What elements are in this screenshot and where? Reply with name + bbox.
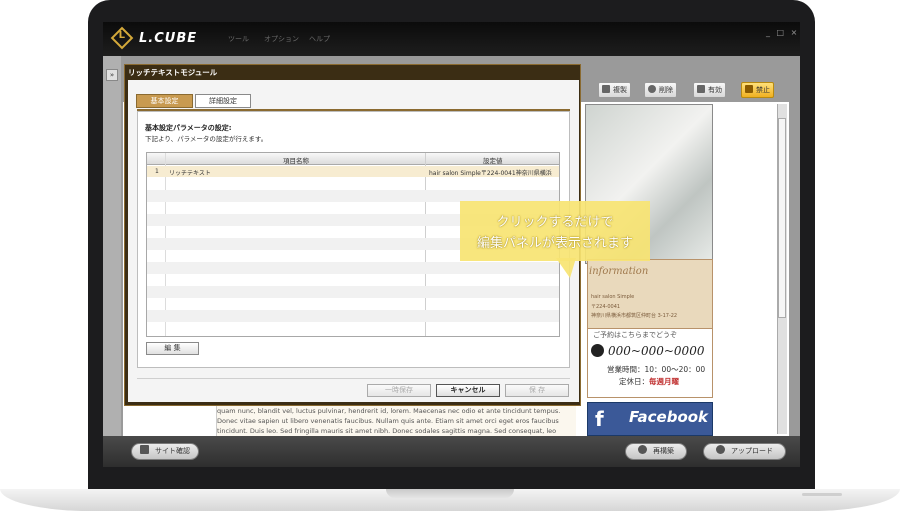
duplicate-icon bbox=[602, 85, 610, 93]
upload-icon bbox=[716, 445, 725, 454]
delete-label: 削除 bbox=[659, 86, 673, 94]
enable-icon bbox=[697, 85, 705, 93]
site-check-button[interactable]: サイト確認 bbox=[131, 443, 199, 460]
closed-days-value: 毎週月曜 bbox=[649, 377, 679, 386]
upload-button[interactable]: アップロード bbox=[703, 443, 786, 460]
window-controls[interactable]: _ □ × bbox=[766, 28, 799, 37]
row-item-name: リッチテキスト bbox=[169, 170, 211, 177]
phone-icon bbox=[591, 344, 604, 357]
prohibit-label: 禁止 bbox=[756, 86, 770, 94]
temp-save-button[interactable]: 一時保存 bbox=[367, 384, 431, 397]
column-header-value: 設定値 bbox=[483, 157, 503, 165]
closed-days-label: 定休日： bbox=[619, 377, 649, 386]
cancel-button[interactable]: キャンセル bbox=[436, 384, 500, 397]
monitor-icon bbox=[140, 445, 149, 454]
upload-label: アップロード bbox=[731, 447, 773, 455]
laptop-base-slot bbox=[802, 493, 842, 496]
row-item-value: hair salon Simple〒224-0041神奈川県横浜 bbox=[429, 170, 552, 177]
grid-empty-row bbox=[147, 310, 559, 322]
facebook-label: Facebook bbox=[629, 408, 709, 426]
duplicate-label: 複製 bbox=[613, 86, 627, 94]
phone-number: 000~000~0000 bbox=[591, 344, 704, 358]
tab-basic-settings[interactable]: 基本設定 bbox=[136, 94, 193, 108]
callout-tail bbox=[556, 258, 576, 278]
expand-panel-button[interactable]: » bbox=[106, 69, 118, 81]
left-panel-strip bbox=[103, 56, 121, 436]
section-title: 基本設定パラメータの設定: bbox=[145, 124, 232, 132]
dialog-title: リッチテキストモジュール bbox=[128, 68, 218, 77]
delete-icon bbox=[648, 85, 656, 93]
enable-label: 有効 bbox=[708, 86, 722, 94]
enable-button[interactable]: 有効 bbox=[693, 82, 726, 98]
prohibit-icon bbox=[745, 85, 753, 93]
site-check-label: サイト確認 bbox=[155, 447, 190, 455]
business-hours: 営業時間：10：00～20：00 bbox=[607, 365, 706, 374]
edit-button[interactable]: 編 集 bbox=[146, 342, 199, 355]
info-address: 神奈川県横浜市都筑区仲町台 3-17-22 bbox=[591, 313, 678, 319]
app-screen: L L.CUBE ツール オプション ヘルプ _ □ × » informati… bbox=[103, 22, 800, 467]
bottom-bar bbox=[103, 436, 800, 467]
callout-line-2: 編集パネルが表示されます bbox=[476, 236, 633, 251]
preview-scroll-thumb[interactable] bbox=[778, 118, 786, 318]
row-number: 1 bbox=[155, 168, 159, 175]
prohibit-button[interactable]: 禁止 bbox=[741, 82, 774, 98]
info-salon-name: hair salon Simple bbox=[591, 294, 635, 300]
info-zip: 〒224-0041 bbox=[591, 304, 621, 310]
app-logo-text: L.CUBE bbox=[139, 31, 198, 46]
delete-button[interactable]: 削除 bbox=[644, 82, 677, 98]
rebuild-button[interactable]: 再構築 bbox=[625, 443, 687, 460]
duplicate-button[interactable]: 複製 bbox=[598, 82, 631, 98]
app-title-bar bbox=[103, 22, 800, 56]
save-button[interactable]: 保 存 bbox=[505, 384, 569, 397]
reservation-label: ご予約はこちらまでどうぞ bbox=[593, 331, 677, 339]
closed-days: 定休日：毎週月曜 bbox=[619, 376, 679, 387]
laptop-notch bbox=[386, 489, 514, 498]
column-header-name: 項目名称 bbox=[283, 157, 309, 165]
phone-number-text: 000~000~0000 bbox=[608, 344, 705, 358]
grid-empty-row bbox=[147, 262, 559, 274]
rebuild-label: 再構築 bbox=[653, 447, 674, 455]
grid-empty-row bbox=[147, 286, 559, 298]
menu-options[interactable]: オプション bbox=[264, 34, 299, 44]
section-description: 下記より、パラメータの設定が行えます。 bbox=[145, 135, 268, 143]
menu-help[interactable]: ヘルプ bbox=[309, 34, 330, 44]
tab-detail-settings[interactable]: 詳細設定 bbox=[195, 94, 251, 108]
info-heading: information bbox=[589, 266, 649, 277]
refresh-icon bbox=[638, 445, 647, 454]
preview-body-text: quam nunc, blandit vel, luctus pulvinar,… bbox=[216, 406, 576, 438]
footer-divider bbox=[137, 378, 570, 379]
tooltip-callout bbox=[460, 201, 650, 261]
menu-tools[interactable]: ツール bbox=[228, 34, 249, 44]
callout-line-1: クリックするだけで bbox=[496, 215, 614, 230]
facebook-icon: f bbox=[595, 407, 604, 431]
